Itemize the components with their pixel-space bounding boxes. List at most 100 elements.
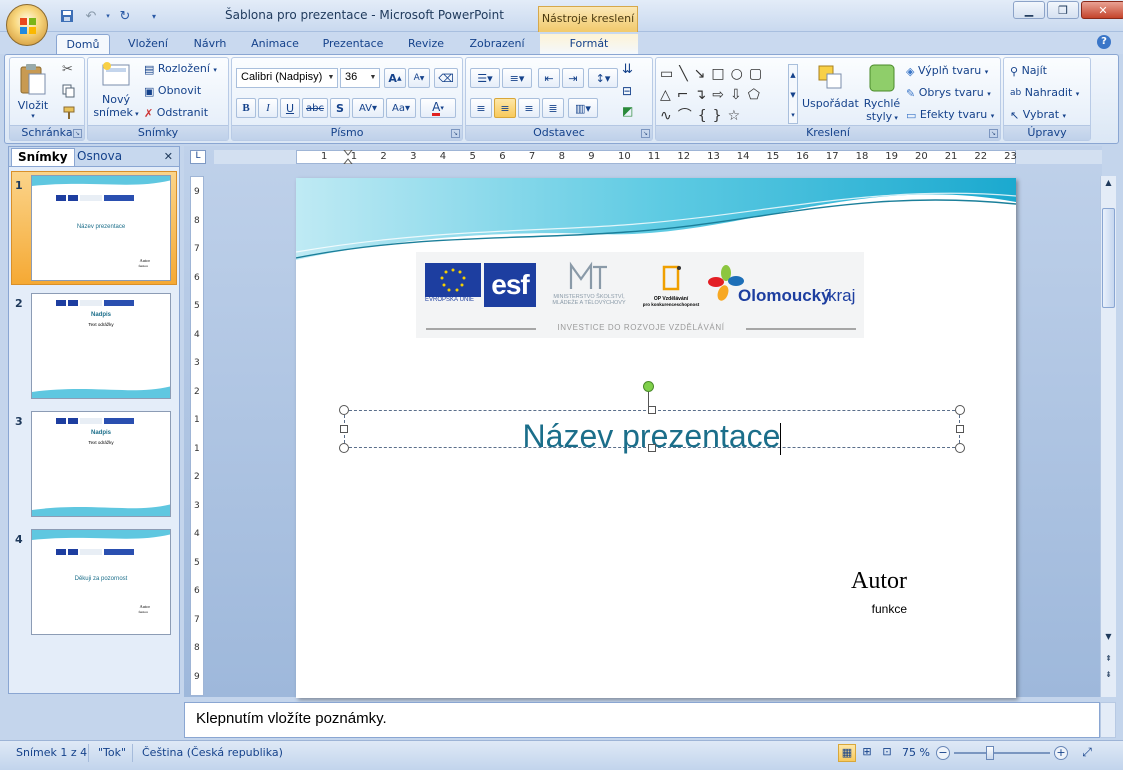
clear-format-icon[interactable]: ⌫ [434,68,458,88]
save-icon[interactable] [56,6,78,26]
shrink-font-icon[interactable]: A ▼ [408,68,430,88]
scrollbar-thumb[interactable] [1102,208,1115,308]
minimize-button[interactable]: ▁ [1013,1,1045,19]
change-case-icon[interactable]: Aa▾ [386,98,416,118]
font-color-icon[interactable]: A ▾ [420,98,456,118]
find-button[interactable]: ⚲ Najít [1010,64,1047,78]
notes-scrollbar[interactable] [1100,702,1116,738]
rectangle-shape-icon[interactable]: □ [711,66,730,82]
down-arrow-shape-icon[interactable]: ⇩ [730,87,748,103]
shape-fill-button[interactable]: ◈ Výplň tvaru ▾ [906,64,988,78]
arrow-shape-icon[interactable]: ↘ [694,66,712,82]
copy-icon[interactable] [62,84,76,101]
horizontal-ruler[interactable]: 1 1 2 3 4 5 6 7 8 9 10 11 12 13 14 15 16 17 18 19 20 21 22 23 [296,150,1017,164]
tab-home[interactable]: Domů [56,34,110,54]
right-brace-icon[interactable]: } [713,108,728,124]
justify-icon[interactable]: ≣ [542,98,564,118]
rounded-rect-shape-icon[interactable]: ▢ [749,66,768,82]
shapes-more-button[interactable]: ▲ ▼ ▾ [788,64,798,124]
drawing-launcher-icon[interactable]: ↘ [989,129,998,138]
tab-review[interactable]: Revize [400,34,452,54]
close-button[interactable]: ✕ [1081,1,1123,19]
align-left-icon[interactable]: ≡ [470,98,492,118]
strikethrough-icon[interactable]: abc [302,98,328,118]
curved-connector-icon[interactable]: ↴ [695,87,713,103]
format-painter-icon[interactable] [62,106,76,123]
grow-font-icon[interactable]: A ▲ [384,68,406,88]
smartart-icon[interactable]: ◩ [622,104,633,118]
shape-outline-button[interactable]: ✎ Obrys tvaru ▾ [906,86,991,100]
zoom-out-icon[interactable]: − [936,746,950,760]
tab-design[interactable]: Návrh [186,34,234,54]
shadow-icon[interactable]: S [330,98,350,118]
next-slide-icon[interactable]: ⇟ [1102,670,1115,684]
tab-format[interactable]: Formát [540,34,638,54]
resize-handle-w[interactable] [340,425,348,433]
font-name-select[interactable]: Calibri (Nadpisy) ▼ [236,68,338,88]
language-indicator[interactable]: Čeština (Česká republika) [142,746,283,759]
tab-view[interactable]: Zobrazení [462,34,532,54]
replace-button[interactable]: ab Nahradit ▾ [1010,86,1079,99]
resize-handle-se[interactable] [955,443,965,453]
resize-handle-s[interactable] [648,444,656,452]
select-button[interactable]: ↖ Vybrat ▾ [1010,108,1066,122]
slideshow-view-icon[interactable]: ⊡ [878,744,896,762]
layout-button[interactable]: ▤ Rozložení ▾ [144,62,217,76]
tab-insert[interactable]: Vložení [120,34,176,54]
new-slide-button[interactable]: Nový snímek ▾ [92,62,140,124]
italic-icon[interactable]: I [258,98,278,118]
shape-effects-button[interactable]: ▭ Efekty tvaru ▾ [906,108,994,122]
tab-animations[interactable]: Animace [244,34,306,54]
star-shape-icon[interactable]: ☆ [728,108,747,124]
delete-slide-button[interactable]: ✗ Odstranit [144,106,208,120]
slide-thumbnail-2[interactable]: Nadpis Text odrážky [31,293,171,399]
resize-handle-nw[interactable] [339,405,349,415]
office-button[interactable] [6,4,48,46]
line-shape-icon[interactable]: ╲ [679,66,693,82]
columns-icon[interactable]: ▥▾ [568,98,598,118]
prev-slide-icon[interactable]: ⇞ [1102,654,1115,668]
zoom-level[interactable]: 75 % [902,746,930,759]
pane-tab-outline[interactable]: Osnova [71,148,128,166]
align-center-icon[interactable]: ≡ [494,98,516,118]
slide-author[interactable]: Autor [716,568,907,595]
resize-handle-e[interactable] [956,425,964,433]
char-spacing-icon[interactable]: AV▾ [352,98,384,118]
scroll-up-icon[interactable]: ▲ [1102,178,1115,192]
align-text-icon[interactable]: ⊟ [622,84,632,98]
maximize-button[interactable]: ❐ [1047,1,1079,19]
paste-button[interactable]: Vložit ▾ [16,62,50,122]
resize-handle-sw[interactable] [339,443,349,453]
font-size-select[interactable]: 36 ▼ [340,68,380,88]
numbering-icon[interactable]: ≡▾ [502,68,532,88]
underline-icon[interactable]: U [280,98,300,118]
arrange-button[interactable]: Uspořádat [802,62,859,110]
font-launcher-icon[interactable]: ↘ [451,129,460,138]
arc-shape-icon[interactable]: ⌒ [678,108,698,124]
left-brace-icon[interactable]: { [698,108,713,124]
elbow-connector-icon[interactable]: ⌐ [677,87,695,103]
pane-close-icon[interactable]: ✕ [164,150,173,163]
slide-role[interactable]: funkce [716,602,907,616]
undo-icon[interactable]: ↶ [80,6,102,26]
text-direction-icon[interactable]: ⇊ [622,62,633,77]
normal-view-icon[interactable]: ▦ [838,744,856,762]
line-spacing-icon[interactable]: ↕▾ [588,68,618,88]
redo-icon[interactable]: ↻ [114,6,136,26]
vertical-ruler[interactable]: 9 8 7 6 5 4 3 2 1 1 2 3 4 5 6 7 8 9 [190,176,204,696]
decrease-indent-icon[interactable]: ⇤ [538,68,560,88]
rotate-handle-icon[interactable] [643,381,654,392]
slide-thumbnail-3[interactable]: Nadpis Text odrážky [31,411,171,517]
zoom-slider-thumb[interactable] [986,746,994,760]
align-right-icon[interactable]: ≡ [518,98,540,118]
slide-canvas[interactable]: EVROPSKÁ UNIE esf MINISTERSTVO ŠKOLSTVÍ,… [296,178,1016,698]
slide-thumbnail-1[interactable]: Název prezentace Autor funkce [31,175,171,281]
reset-button[interactable]: ▣ Obnovit [144,84,201,98]
triangle-shape-icon[interactable]: △ [660,87,677,103]
cut-icon[interactable]: ✂ [62,62,73,77]
quick-styles-button[interactable]: Rychlé styly ▾ [860,62,904,123]
slide-sorter-view-icon[interactable]: ⊞ [858,744,876,762]
resize-handle-n[interactable] [648,406,656,414]
clipboard-launcher-icon[interactable]: ↘ [73,129,82,138]
curve-shape-icon[interactable]: ∿ [660,108,678,124]
